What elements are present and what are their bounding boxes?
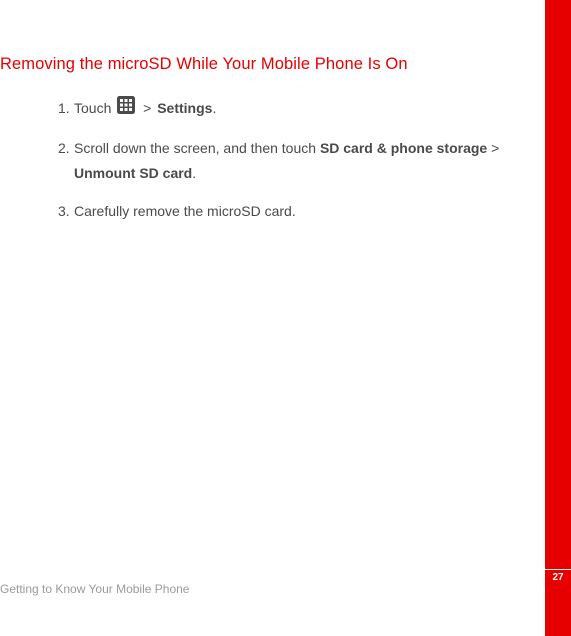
page-content: Removing the microSD While Your Mobile P… xyxy=(0,0,545,238)
step-1-settings: Settings xyxy=(157,100,212,116)
page-number-box: 27 xyxy=(545,569,571,584)
step-3-number: 3. xyxy=(58,199,70,224)
step-2-bold1: SD card & phone storage xyxy=(320,140,487,156)
red-side-stripe xyxy=(545,0,571,636)
step-1: 1. Touch > Settings. xyxy=(58,96,535,122)
step-1-prefix: Touch xyxy=(74,100,115,116)
step-1-suffix: . xyxy=(212,100,216,116)
step-2-arrow: > xyxy=(487,140,499,156)
step-2-number: 2. xyxy=(58,136,70,161)
section-heading: Removing the microSD While Your Mobile P… xyxy=(0,55,545,74)
step-3: 3. Carefully remove the microSD card. xyxy=(58,199,535,224)
step-2: 2. Scroll down the screen, and then touc… xyxy=(58,136,535,185)
step-1-arrow: > xyxy=(139,100,155,116)
footer-text: Getting to Know Your Mobile Phone xyxy=(0,582,189,596)
step-1-number: 1. xyxy=(58,96,70,121)
apps-grid-icon xyxy=(117,96,135,122)
step-2-suffix: . xyxy=(192,165,196,181)
step-2-bold2: Unmount SD card xyxy=(74,165,192,181)
step-list: 1. Touch > Settings. 2. Scroll down the … xyxy=(0,96,545,224)
step-2-prefix: Scroll down the screen, and then touch xyxy=(74,140,320,156)
page-number: 27 xyxy=(552,572,563,583)
step-3-text: Carefully remove the microSD card. xyxy=(74,203,296,219)
